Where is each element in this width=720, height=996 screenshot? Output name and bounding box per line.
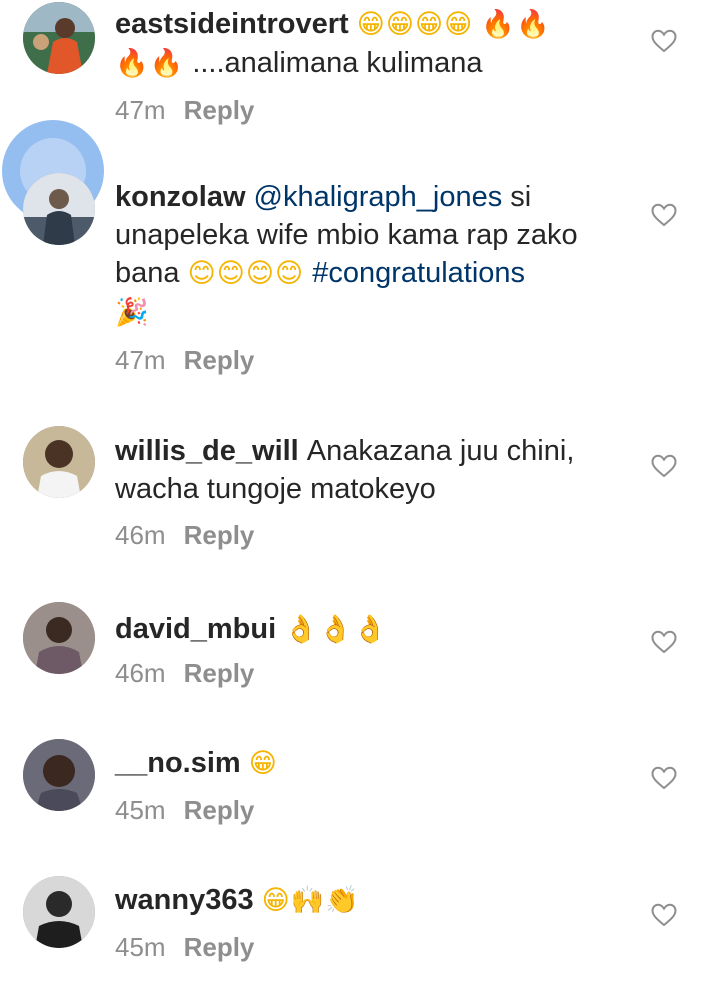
heart-outline-icon[interactable] bbox=[651, 454, 677, 478]
comment-body: david_mbui 👌👌👌 bbox=[115, 610, 615, 649]
comment-meta: 45m Reply bbox=[115, 932, 254, 963]
comment-item: konzolaw @khaligraph_jones si unapeleka w… bbox=[0, 165, 720, 385]
comment-item: __no.sim 😁 45m Reply bbox=[0, 735, 720, 835]
fire-emoji: 🔥🔥 bbox=[481, 9, 551, 40]
comment-meta: 46m Reply bbox=[115, 520, 254, 551]
emoji-group: 😁🙌👏 bbox=[261, 885, 361, 916]
heart-outline-icon[interactable] bbox=[651, 29, 677, 53]
ok-hand-emoji: 👌👌👌 bbox=[284, 614, 389, 645]
comment-time: 47m bbox=[115, 95, 166, 125]
reply-button[interactable]: Reply bbox=[184, 932, 255, 962]
comment-item: willis_de_will Anakazana juu chini, wacha… bbox=[0, 420, 720, 560]
comment-item: wanny363 😁🙌👏 45m Reply bbox=[0, 872, 720, 982]
comment-body: eastsideintrovert 😁😁😁😁 🔥🔥 🔥🔥 ....analiman… bbox=[115, 5, 615, 83]
avatar[interactable] bbox=[23, 876, 95, 948]
comment-body: konzolaw @khaligraph_jones si unapeleka w… bbox=[115, 178, 615, 332]
comment-meta: 45m Reply bbox=[115, 795, 254, 826]
avatar[interactable] bbox=[23, 739, 95, 811]
avatar[interactable] bbox=[23, 602, 95, 674]
reply-button[interactable]: Reply bbox=[184, 658, 255, 688]
comment-username[interactable]: wanny363 bbox=[115, 884, 254, 916]
heart-outline-icon[interactable] bbox=[651, 903, 677, 927]
party-popper-emoji: 🎉 bbox=[115, 297, 150, 328]
hashtag-link[interactable]: #congratulations bbox=[304, 257, 525, 289]
heart-outline-icon[interactable] bbox=[651, 203, 677, 227]
comment-username[interactable]: konzolaw bbox=[115, 181, 246, 213]
comment-username[interactable]: eastsideintrovert bbox=[115, 8, 349, 40]
comment-body: willis_de_will Anakazana juu chini, wacha… bbox=[115, 432, 615, 508]
comment-username[interactable]: david_mbui bbox=[115, 613, 276, 645]
smiling-face-emoji: 😊😊😊😊 bbox=[187, 258, 305, 289]
comment-username[interactable]: willis_de_will bbox=[115, 435, 299, 467]
reply-button[interactable]: Reply bbox=[184, 795, 255, 825]
comment-meta: 47m Reply bbox=[115, 345, 254, 376]
avatar[interactable] bbox=[23, 173, 95, 245]
comment-time: 45m bbox=[115, 795, 166, 825]
comment-item: david_mbui 👌👌👌 46m Reply bbox=[0, 598, 720, 698]
reply-button[interactable]: Reply bbox=[184, 345, 255, 375]
avatar[interactable] bbox=[23, 426, 95, 498]
avatar[interactable] bbox=[23, 2, 95, 74]
comment-body: wanny363 😁🙌👏 bbox=[115, 881, 615, 920]
grinning-face-emoji: 😁😁😁😁 bbox=[356, 9, 474, 40]
comment-meta: 46m Reply bbox=[115, 658, 254, 689]
mention-link[interactable]: @khaligraph_jones bbox=[254, 181, 503, 213]
fire-emoji: 🔥🔥 bbox=[115, 48, 185, 79]
comment-item: eastsideintrovert 😁😁😁😁 🔥🔥 🔥🔥 ....analiman… bbox=[0, 0, 720, 130]
comment-time: 45m bbox=[115, 932, 166, 962]
comment-time: 46m bbox=[115, 658, 166, 688]
reply-button[interactable]: Reply bbox=[184, 520, 255, 550]
reply-button[interactable]: Reply bbox=[184, 95, 255, 125]
grinning-face-emoji: 😁 bbox=[248, 748, 278, 779]
heart-outline-icon[interactable] bbox=[651, 630, 677, 654]
comment-body: __no.sim 😁 bbox=[115, 744, 615, 783]
comment-text: ....analimana kulimana bbox=[192, 47, 483, 79]
comment-username[interactable]: __no.sim bbox=[115, 747, 241, 779]
heart-outline-icon[interactable] bbox=[651, 766, 677, 790]
comment-time: 47m bbox=[115, 345, 166, 375]
comment-meta: 47m Reply bbox=[115, 95, 254, 126]
comment-time: 46m bbox=[115, 520, 166, 550]
